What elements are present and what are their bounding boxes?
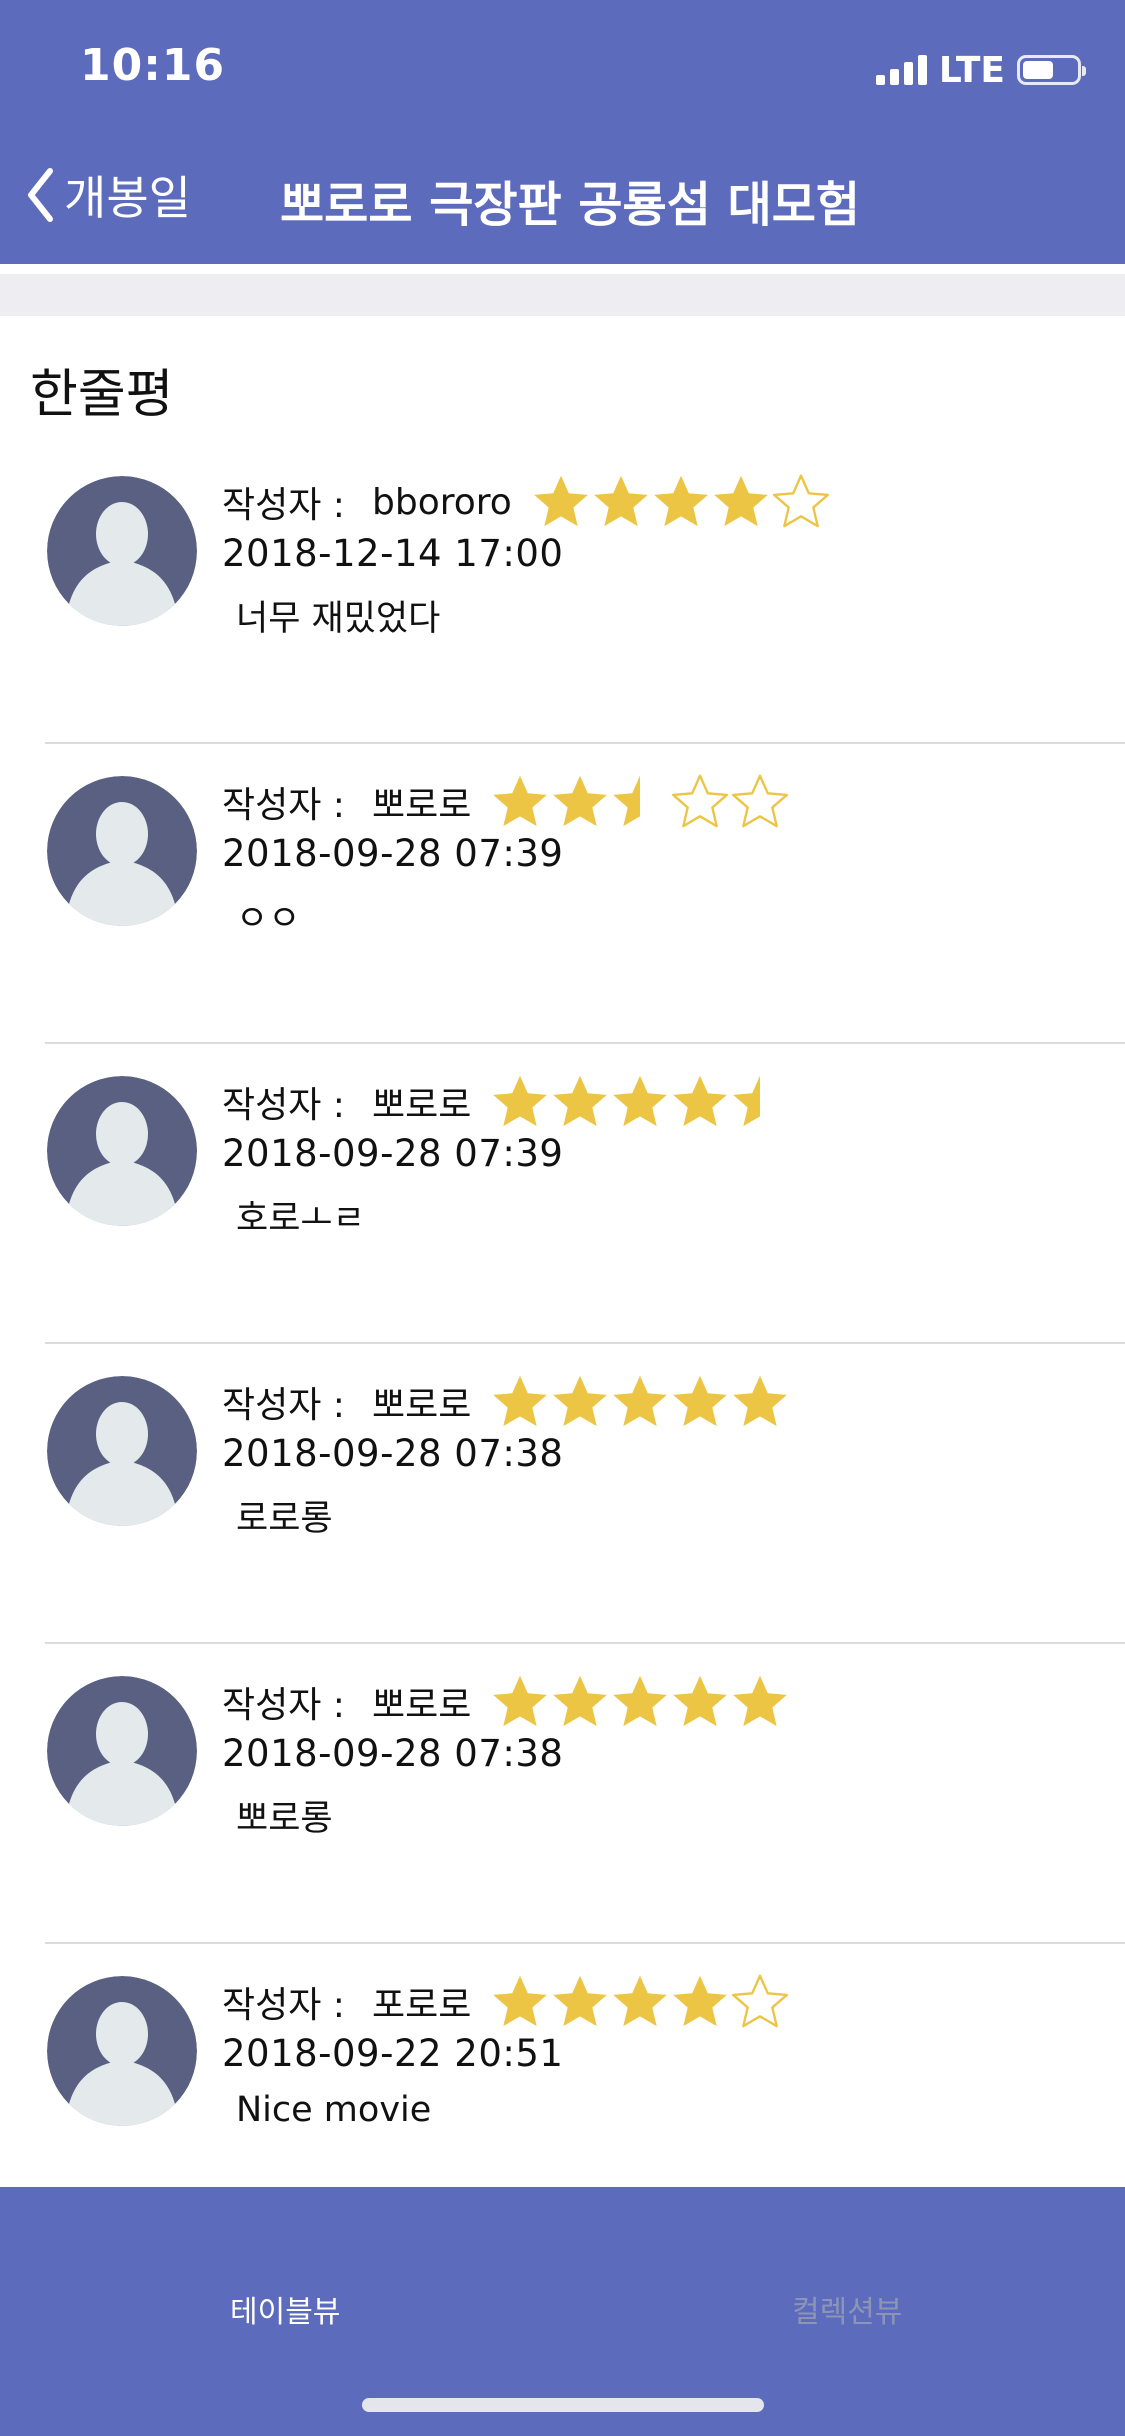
star-filled-icon bbox=[551, 1073, 609, 1131]
review-date: 2018-12-14 17:00 bbox=[222, 532, 564, 575]
author-label: 작성자 : bbox=[222, 1385, 345, 1426]
review-comment: ㅇㅇ bbox=[236, 899, 301, 939]
star-filled-icon bbox=[532, 473, 590, 531]
star-filled-icon bbox=[611, 1073, 669, 1131]
navigation-bar: 개봉일 뽀로로 극장판 공룡섬 대모험 bbox=[0, 145, 1125, 245]
header: 10:16 LTE 개봉일 뽀로로 극장판 공룡섬 대모험 bbox=[0, 0, 1125, 264]
star-filled-icon bbox=[592, 473, 650, 531]
rating-stars bbox=[491, 1073, 789, 1131]
author-name: 포로로 bbox=[372, 1985, 472, 2026]
avatar bbox=[47, 1376, 197, 1526]
author-line: 작성자 : 뽀로로 bbox=[222, 1672, 789, 1732]
tab-collection-view[interactable]: 컬렉션뷰 bbox=[792, 2287, 902, 2331]
back-chevron-icon bbox=[28, 168, 53, 222]
review-item[interactable]: 작성자 : bbororo 2018-12-14 17:00 너무 재밌었다 bbox=[0, 444, 1125, 744]
star-empty-icon bbox=[731, 1973, 789, 2031]
star-empty-icon bbox=[772, 473, 830, 531]
star-filled-icon bbox=[491, 1373, 549, 1431]
star-filled-icon bbox=[671, 1373, 729, 1431]
network-type-label: LTE bbox=[938, 49, 1005, 91]
review-comment: 너무 재밌었다 bbox=[236, 599, 441, 639]
rating-stars bbox=[491, 1673, 789, 1731]
star-filled-icon bbox=[731, 1673, 789, 1731]
avatar bbox=[47, 1676, 197, 1826]
author-line: 작성자 : 포로로 bbox=[222, 1972, 789, 2032]
star-filled-icon bbox=[611, 1673, 669, 1731]
rating-stars bbox=[532, 473, 830, 531]
author-line: 작성자 : bbororo bbox=[222, 472, 830, 532]
review-comment: 호로ㅗㄹ bbox=[236, 1199, 365, 1239]
star-filled-icon bbox=[551, 1373, 609, 1431]
author-label: 작성자 : bbox=[222, 1985, 345, 2026]
author-label: 작성자 : bbox=[222, 1085, 345, 1126]
star-filled-icon bbox=[731, 1373, 789, 1431]
rating-stars bbox=[491, 1373, 789, 1431]
star-filled-icon bbox=[611, 1373, 669, 1431]
status-time: 10:16 bbox=[80, 40, 226, 91]
author-name: 뽀로로 bbox=[372, 1085, 472, 1126]
star-filled-icon bbox=[551, 773, 609, 831]
review-date: 2018-09-28 07:38 bbox=[222, 1732, 564, 1775]
avatar bbox=[47, 1076, 197, 1226]
star-half-icon bbox=[611, 773, 669, 831]
review-comment: 로로롱 bbox=[236, 1499, 333, 1539]
author-line: 작성자 : 뽀로로 bbox=[222, 1372, 789, 1432]
star-filled-icon bbox=[551, 1973, 609, 2031]
cellular-signal-icon bbox=[875, 55, 927, 85]
author-name: bbororo bbox=[372, 481, 512, 523]
author-label: 작성자 : bbox=[222, 485, 345, 526]
star-empty-icon bbox=[671, 773, 729, 831]
review-date: 2018-09-28 07:38 bbox=[222, 1432, 564, 1475]
review-date: 2018-09-28 07:39 bbox=[222, 832, 564, 875]
review-item[interactable]: 작성자 : 뽀로로 2018-09-28 07:39 ㅇㅇ bbox=[0, 744, 1125, 1044]
avatar bbox=[47, 776, 197, 926]
review-date: 2018-09-22 20:51 bbox=[222, 2032, 564, 2075]
review-comment: Nice movie bbox=[236, 2090, 432, 2130]
section-title: 한줄평 bbox=[30, 365, 174, 425]
tab-table-view[interactable]: 테이블뷰 bbox=[230, 2287, 340, 2331]
star-filled-icon bbox=[671, 1073, 729, 1131]
review-comment: 뽀로롱 bbox=[236, 1799, 333, 1839]
header-divider bbox=[0, 264, 1125, 274]
star-filled-icon bbox=[652, 473, 710, 531]
section-separator bbox=[0, 274, 1125, 316]
review-item[interactable]: 작성자 : 뽀로로 2018-09-28 07:38 로로롱 bbox=[0, 1344, 1125, 1644]
author-line: 작성자 : 뽀로로 bbox=[222, 1072, 789, 1132]
rating-stars bbox=[491, 1973, 789, 2031]
star-empty-icon bbox=[731, 773, 789, 831]
review-item[interactable]: 작성자 : 뽀로로 2018-09-28 07:38 뽀로롱 bbox=[0, 1644, 1125, 1944]
avatar bbox=[47, 1976, 197, 2126]
status-bar: 10:16 LTE bbox=[0, 0, 1125, 132]
author-name: 뽀로로 bbox=[372, 1685, 472, 1726]
battery-icon bbox=[1017, 55, 1086, 85]
star-filled-icon bbox=[491, 1073, 549, 1131]
star-half-icon bbox=[731, 1073, 789, 1131]
review-list[interactable]: 작성자 : bbororo 2018-12-14 17:00 너무 재밌었다 작성자 :… bbox=[0, 444, 1125, 2244]
star-filled-icon bbox=[491, 1673, 549, 1731]
avatar bbox=[47, 476, 197, 626]
star-filled-icon bbox=[491, 773, 549, 831]
star-filled-icon bbox=[671, 1973, 729, 2031]
review-date: 2018-09-28 07:39 bbox=[222, 1132, 564, 1175]
star-filled-icon bbox=[671, 1673, 729, 1731]
status-indicators: LTE bbox=[875, 49, 1086, 91]
star-filled-icon bbox=[712, 473, 770, 531]
rating-stars bbox=[491, 773, 789, 831]
author-line: 작성자 : 뽀로로 bbox=[222, 772, 789, 832]
star-filled-icon bbox=[611, 1973, 669, 2031]
author-name: 뽀로로 bbox=[372, 1385, 472, 1426]
page-title: 뽀로로 극장판 공룡섬 대모험 bbox=[280, 177, 861, 233]
back-button-label: 개봉일 bbox=[64, 171, 191, 225]
author-label: 작성자 : bbox=[222, 785, 345, 826]
star-filled-icon bbox=[491, 1973, 549, 2031]
author-label: 작성자 : bbox=[222, 1685, 345, 1726]
review-item[interactable]: 작성자 : 뽀로로 2018-09-28 07:39 호로ㅗㄹ bbox=[0, 1044, 1125, 1344]
back-button[interactable]: 개봉일 bbox=[26, 163, 191, 227]
author-name: 뽀로로 bbox=[372, 785, 472, 826]
star-filled-icon bbox=[551, 1673, 609, 1731]
home-indicator bbox=[362, 2398, 764, 2412]
